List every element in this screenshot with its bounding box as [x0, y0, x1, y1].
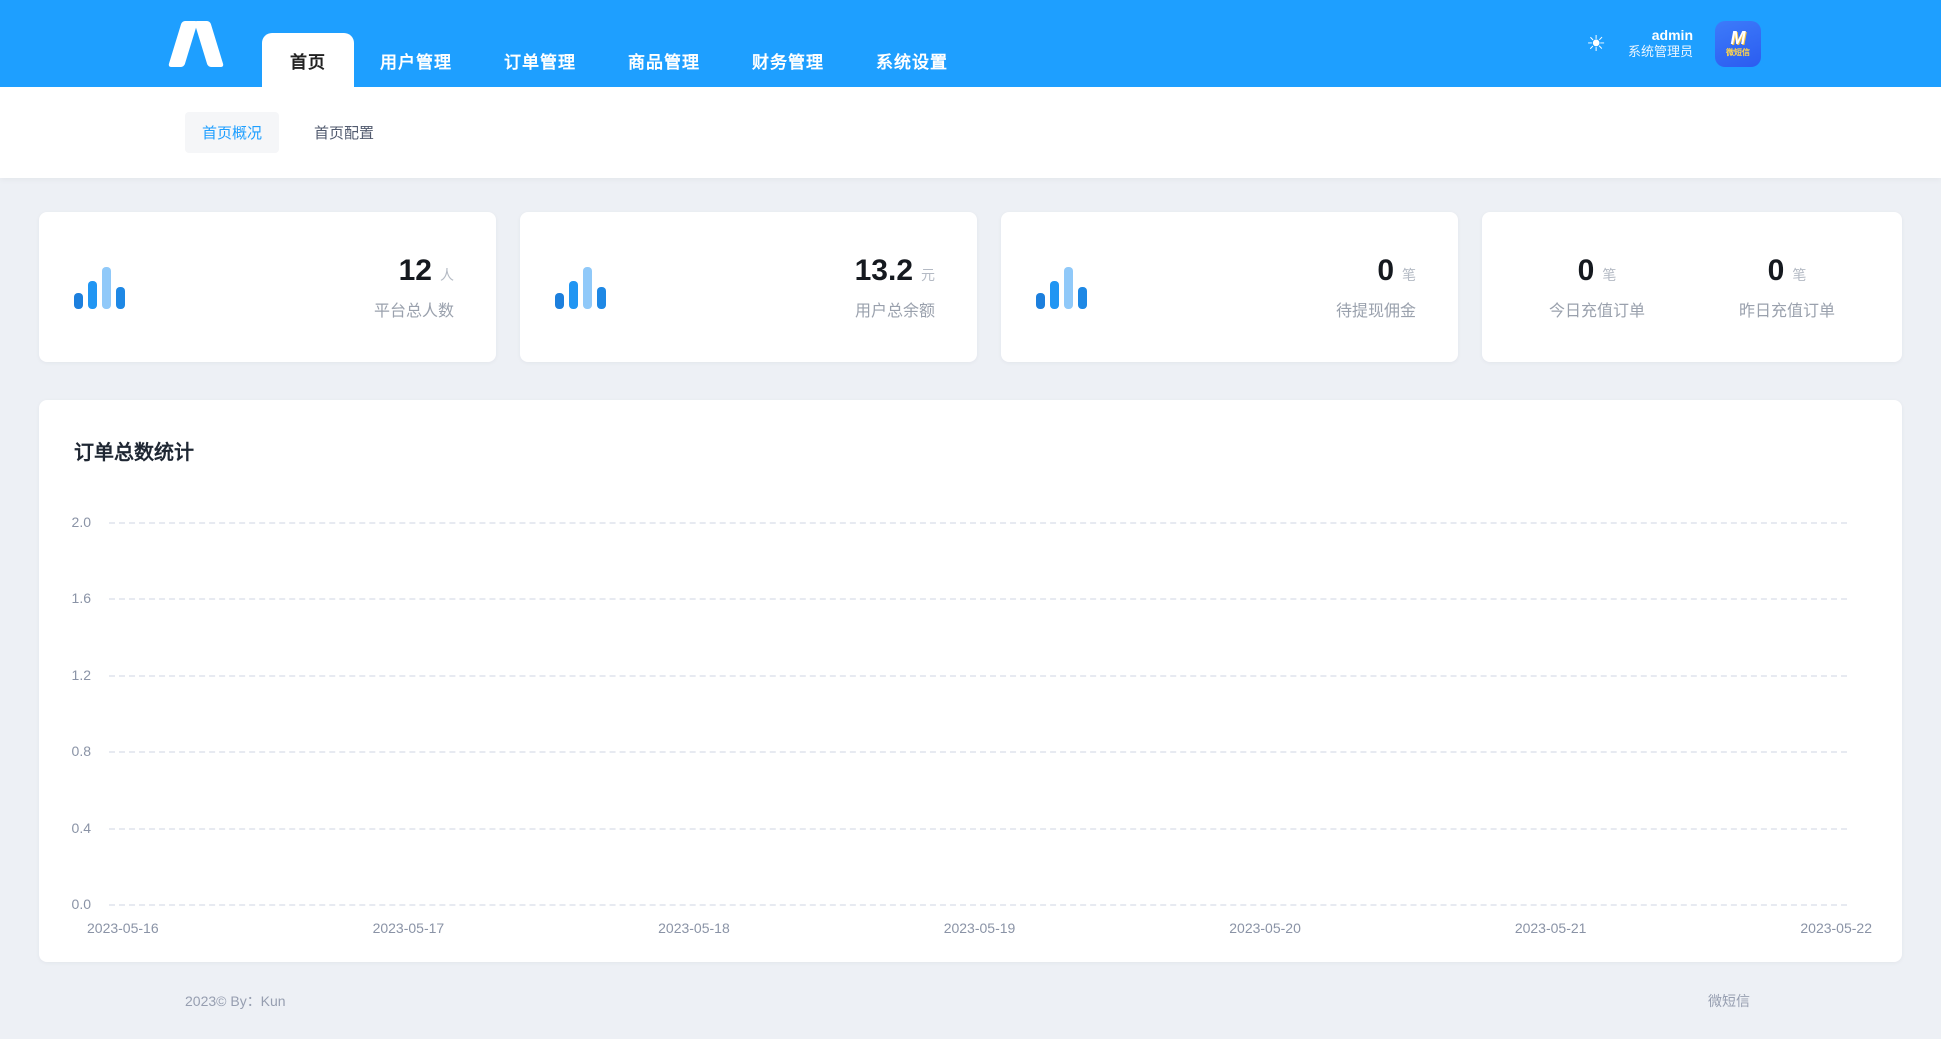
user-role: 系统管理员	[1628, 44, 1693, 60]
tab-home-config[interactable]: 首页配置	[297, 112, 391, 153]
avatar[interactable]: M 微短信	[1715, 21, 1761, 67]
stat-value: 0	[1377, 254, 1394, 288]
nav-item-product-management[interactable]: 商品管理	[602, 33, 726, 87]
stat-cards-row: 12 人 平台总人数 13.2 元 用户总余额 0 笔 待提现佣金	[39, 212, 1902, 362]
chart-title: 订单总数统计	[74, 436, 194, 465]
stat-value: 12	[399, 254, 432, 288]
stat-label: 用户总余额	[855, 297, 935, 321]
stat-block: 0 笔 待提现佣金	[1336, 254, 1416, 321]
page-footer: 2023© By：Kun 微短信	[0, 962, 1941, 1039]
nav-item-order-management[interactable]: 订单管理	[478, 33, 602, 87]
x-tick: 2023-05-18	[658, 920, 730, 936]
stat-block-yesterday: 0 笔 昨日充值订单	[1739, 254, 1835, 321]
stat-unit: 笔	[1792, 265, 1806, 285]
avatar-monogram: M	[1731, 29, 1746, 47]
user-name: admin	[1628, 27, 1693, 45]
order-total-chart-card: 订单总数统计 2.0 1.6 1.2 0.8 0.4 0.0 2023-05-1…	[39, 400, 1902, 962]
stat-block: 12 人 平台总人数	[374, 254, 454, 321]
nav-item-home[interactable]: 首页	[262, 33, 354, 87]
y-tick: 1.6	[49, 590, 91, 606]
x-tick: 2023-05-21	[1515, 920, 1587, 936]
top-header: 首页 用户管理 订单管理 商品管理 财务管理 系统设置 ☀ admin 系统管理…	[0, 0, 1941, 87]
main-nav: 首页 用户管理 订单管理 商品管理 财务管理 系统设置	[262, 0, 974, 87]
bar-chart-icon	[1036, 265, 1087, 309]
stat-value: 13.2	[855, 254, 913, 288]
stat-card-recharge-orders: 0 笔 今日充值订单 0 笔 昨日充值订单	[1482, 212, 1902, 362]
x-axis-labels: 2023-05-16 2023-05-17 2023-05-18 2023-05…	[87, 920, 1872, 936]
x-tick: 2023-05-19	[944, 920, 1016, 936]
stat-label: 待提现佣金	[1336, 297, 1416, 321]
y-tick: 0.8	[49, 743, 91, 759]
x-tick: 2023-05-22	[1800, 920, 1872, 936]
stat-card-user-balance: 13.2 元 用户总余额	[520, 212, 977, 362]
tab-home-overview[interactable]: 首页概况	[185, 112, 279, 153]
user-menu[interactable]: admin 系统管理员	[1628, 27, 1693, 61]
stat-unit: 笔	[1602, 265, 1616, 285]
stat-label: 今日充值订单	[1549, 297, 1645, 321]
y-tick: 1.2	[49, 667, 91, 683]
sun-icon[interactable]: ☀	[1586, 33, 1606, 55]
y-tick: 0.4	[49, 820, 91, 836]
stat-label: 昨日充值订单	[1739, 297, 1835, 321]
bar-chart-icon	[555, 265, 606, 309]
stat-block-today: 0 笔 今日充值订单	[1549, 254, 1645, 321]
x-tick: 2023-05-17	[373, 920, 445, 936]
avatar-brand-text: 微短信	[1726, 47, 1750, 58]
stat-card-pending-commission: 0 笔 待提现佣金	[1001, 212, 1458, 362]
x-tick: 2023-05-20	[1229, 920, 1301, 936]
x-tick: 2023-05-16	[87, 920, 159, 936]
nav-item-user-management[interactable]: 用户管理	[354, 33, 478, 87]
nav-item-finance-management[interactable]: 财务管理	[726, 33, 850, 87]
brand-logo-icon[interactable]	[175, 0, 217, 87]
y-tick: 0.0	[49, 896, 91, 912]
stat-unit: 元	[921, 265, 935, 285]
stat-value: 0	[1578, 254, 1595, 288]
stat-unit: 笔	[1402, 265, 1416, 285]
subnav-tabs: 首页概况 首页配置	[0, 87, 1941, 178]
stat-label: 平台总人数	[374, 297, 454, 321]
footer-brand: 微短信	[1708, 991, 1750, 1011]
header-right: ☀ admin 系统管理员 M 微短信	[1586, 0, 1761, 87]
y-tick: 2.0	[49, 514, 91, 530]
stat-card-platform-users: 12 人 平台总人数	[39, 212, 496, 362]
stat-unit: 人	[440, 265, 454, 285]
stat-block: 13.2 元 用户总余额	[855, 254, 935, 321]
footer-copyright: 2023© By：Kun	[185, 991, 286, 1011]
bar-chart-icon	[74, 265, 125, 309]
nav-item-system-settings[interactable]: 系统设置	[850, 33, 974, 87]
stat-value: 0	[1768, 254, 1785, 288]
